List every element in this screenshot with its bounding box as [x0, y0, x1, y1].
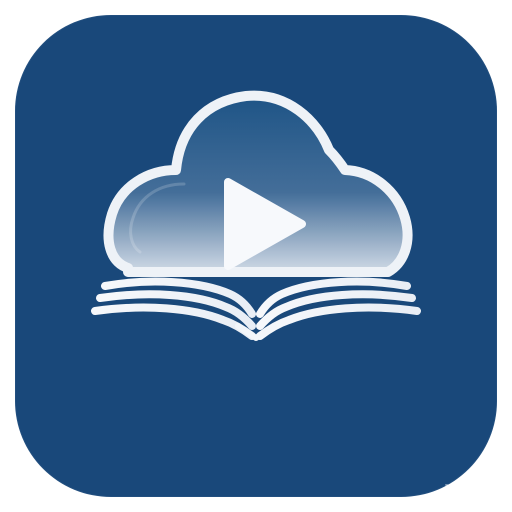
icon-canvas: 豆包AI生成	[0, 0, 512, 512]
open-book-icon	[91, 277, 421, 341]
watermark-text: 豆包AI生成	[444, 483, 504, 497]
logo	[91, 90, 421, 341]
